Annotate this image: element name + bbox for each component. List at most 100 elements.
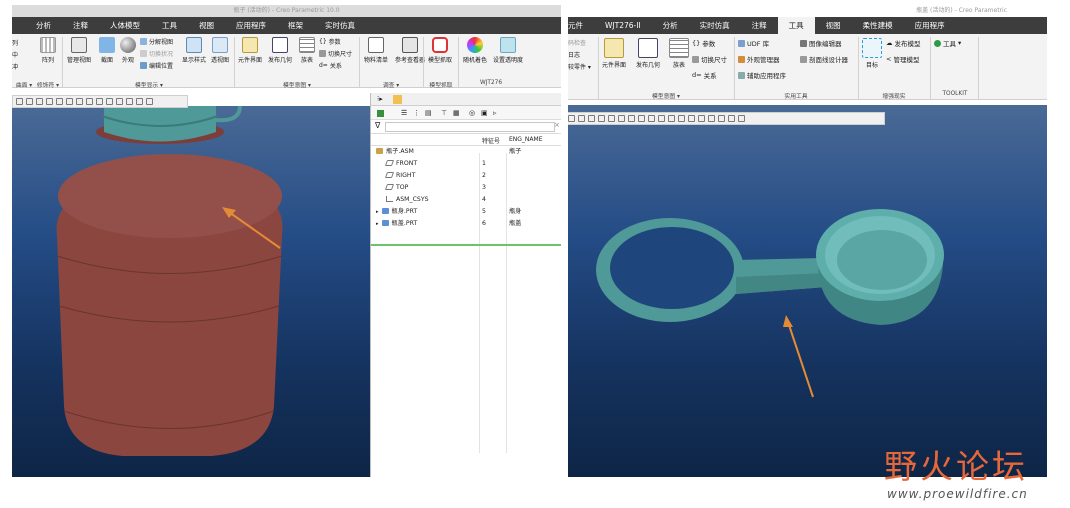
annotation-display-icon[interactable] xyxy=(708,115,715,122)
family-table-button[interactable]: 族表 xyxy=(299,37,315,64)
tree-row-right[interactable]: RIGHT 2 xyxy=(371,170,561,182)
tree-show-icon[interactable]: ◎ xyxy=(469,109,475,117)
tab-analysis[interactable]: 分析 xyxy=(12,17,62,34)
aux-app-button[interactable]: 辅助应用程序 xyxy=(738,70,786,80)
tree-find-icon[interactable]: ▦ xyxy=(453,109,460,117)
right-graphics-viewport[interactable] xyxy=(568,105,1047,477)
params-button[interactable]: {} 参数 xyxy=(319,37,341,46)
tab-annotate[interactable]: 注释 xyxy=(62,17,99,34)
tab-live-simulation[interactable]: 实时仿真 xyxy=(689,17,741,34)
tree-layers-icon[interactable]: ▤ xyxy=(425,109,432,117)
datum-plane-display-icon[interactable] xyxy=(76,98,83,105)
model-capture-button[interactable]: 模型抓取 xyxy=(428,37,452,64)
partial-cmd-2[interactable]: 日志 xyxy=(568,50,580,59)
datum-axis-display-icon[interactable] xyxy=(678,115,685,122)
tree-list-icon[interactable]: ☰ xyxy=(401,109,407,117)
display-style-button[interactable]: 显示样式 xyxy=(182,37,206,64)
pause-icon[interactable] xyxy=(136,98,143,105)
expand-arrow-icon[interactable]: ▸ xyxy=(376,209,379,215)
exploded-view-button[interactable]: 分解视图 xyxy=(140,37,173,46)
tab-tools[interactable]: 工具 xyxy=(777,17,815,34)
tree-row-cap-prt[interactable]: ▸ 瓶盖.PRT 6 瓶盖 xyxy=(371,218,561,230)
tree-row-body-prt[interactable]: ▸ 瓶身.PRT 5 瓶身 xyxy=(371,206,561,218)
tab-view[interactable]: 视图 xyxy=(815,17,852,34)
group-modifiers[interactable]: 修饰符 ▾ xyxy=(34,80,62,89)
section-designer-button[interactable]: 剖面线设计器 xyxy=(800,54,848,64)
switch-dims-button[interactable]: 切换尺寸 xyxy=(319,49,352,58)
tab-tools[interactable]: 工具 xyxy=(151,17,188,34)
model-tree-tab-icon[interactable]: ⁝▸ xyxy=(377,95,383,103)
partial-cmd-1[interactable]: 列 xyxy=(12,38,18,47)
manage-view-button[interactable]: 管理视图 xyxy=(67,37,91,64)
manage-model-button[interactable]: < 管理模型 xyxy=(886,54,919,64)
relations-button[interactable]: d= 关系 xyxy=(319,61,342,70)
expand-arrow-icon[interactable]: ▸ xyxy=(376,221,379,227)
tab-manikin[interactable]: 人体模型 xyxy=(99,17,151,34)
display-style-icon[interactable] xyxy=(628,115,635,122)
edit-position-button[interactable]: 编辑位置 xyxy=(140,61,173,70)
refit-icon[interactable] xyxy=(36,98,43,105)
relations-button[interactable]: d= 关系 xyxy=(692,70,717,80)
perspective-button[interactable]: 透视图 xyxy=(211,37,229,64)
tab-analysis[interactable]: 分析 xyxy=(652,17,689,34)
set-transparency-button[interactable]: 设置透明度 xyxy=(493,37,523,64)
csys-display-icon[interactable] xyxy=(106,98,113,105)
tab-wjt276-ii[interactable]: WJT276-II xyxy=(594,17,652,34)
group-model-intent[interactable]: 模型意图 ▾ xyxy=(600,91,732,100)
tab-applications[interactable]: 应用程序 xyxy=(904,17,956,34)
datum-point-display-icon[interactable] xyxy=(688,115,695,122)
appearance-manager-button[interactable]: 外观管理器 xyxy=(738,54,780,64)
annotation-display-icon[interactable] xyxy=(116,98,123,105)
target-button[interactable]: 目标 xyxy=(862,38,882,69)
reference-viewer-button[interactable]: 参考查看器 xyxy=(395,37,425,64)
zoom-in-icon[interactable] xyxy=(568,115,575,122)
zoom-in-icon[interactable] xyxy=(16,98,23,105)
tree-filter-icon[interactable]: ⊤ xyxy=(441,109,447,117)
tree-row-csys[interactable]: ASM_CSYS 4 xyxy=(371,194,561,206)
partial-cmd-1[interactable]: 码检查 xyxy=(568,38,586,47)
udf-library-button[interactable]: UDF 库 xyxy=(738,38,769,48)
folder-tab-icon[interactable] xyxy=(393,95,402,104)
display-style-icon[interactable] xyxy=(66,98,73,105)
component-interface-button[interactable]: 元件界面 xyxy=(238,37,262,64)
csys-display-icon[interactable] xyxy=(698,115,705,122)
tree-search-input[interactable] xyxy=(385,122,555,132)
saved-views-icon[interactable] xyxy=(608,115,615,122)
column-feature-id[interactable]: 特征号 xyxy=(482,136,500,145)
switch-dims-button[interactable]: 切换尺寸 xyxy=(692,54,727,64)
group-investigate[interactable]: 调查 ▾ xyxy=(360,80,422,89)
spin-center-icon[interactable] xyxy=(718,115,725,122)
tree-row-asm[interactable]: 瓶子.ASM 瓶子 xyxy=(371,146,561,158)
family-table-button[interactable]: 族表 xyxy=(669,38,689,69)
datum-axis-display-icon[interactable] xyxy=(86,98,93,105)
params-button[interactable]: {} 参数 xyxy=(692,38,715,48)
zoom-out-icon[interactable] xyxy=(26,98,33,105)
named-views-icon[interactable] xyxy=(618,115,625,122)
clear-search-icon[interactable]: × xyxy=(554,121,560,129)
component-interface-button[interactable]: 元件界面 xyxy=(602,38,626,69)
datum-plane-display-icon[interactable] xyxy=(668,115,675,122)
section-view-icon[interactable] xyxy=(146,98,153,105)
section-view-icon[interactable] xyxy=(738,115,745,122)
group-model-intent[interactable]: 模型意图 ▾ xyxy=(236,80,358,89)
spin-center-icon[interactable] xyxy=(126,98,133,105)
perspective-icon[interactable] xyxy=(648,115,655,122)
datum-point-display-icon[interactable] xyxy=(96,98,103,105)
pause-icon[interactable] xyxy=(728,115,735,122)
saved-views-icon[interactable] xyxy=(56,98,63,105)
partial-cmd-2[interactable]: 中 xyxy=(12,50,18,59)
publish-geometry-button[interactable]: 发布几何 xyxy=(636,38,660,69)
tab-view[interactable]: 视图 xyxy=(188,17,225,34)
datum-display-filter-icon[interactable] xyxy=(658,115,665,122)
tab-framework[interactable]: 框架 xyxy=(277,17,314,34)
repaint-icon[interactable] xyxy=(46,98,53,105)
publish-geometry-button[interactable]: 发布几何 xyxy=(268,37,292,64)
column-eng-name[interactable]: ENG_NAME xyxy=(509,136,543,143)
publish-model-button[interactable]: ☁ 发布模型 xyxy=(886,38,921,48)
tab-flexible-modeling[interactable]: 柔性建模 xyxy=(852,17,904,34)
view-manager-icon[interactable] xyxy=(638,115,645,122)
insert-here-indicator[interactable] xyxy=(371,244,561,246)
group-partial[interactable]: 曲面 ▾ xyxy=(12,80,36,89)
array-button[interactable]: 阵列 xyxy=(40,37,56,64)
image-editor-button[interactable]: 图像编辑器 xyxy=(800,38,842,48)
